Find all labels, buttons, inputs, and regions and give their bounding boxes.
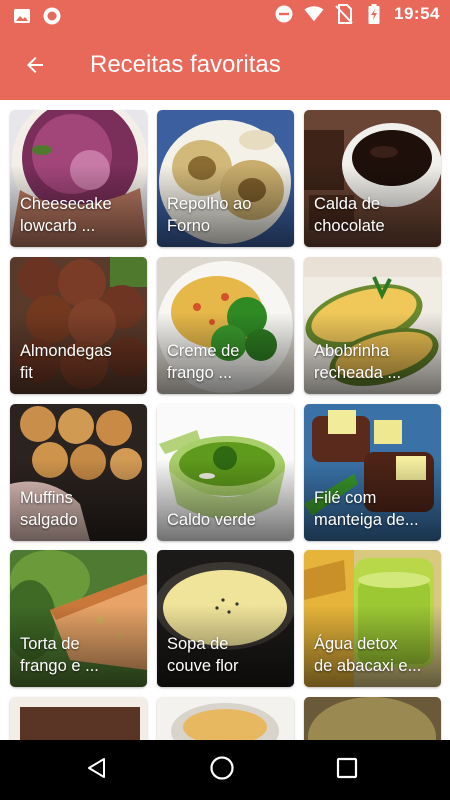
recipe-title: Torta de frango e ... [20, 635, 99, 675]
status-time: 19:54 [394, 4, 440, 23]
app-bar: Receitas favoritas [0, 32, 450, 100]
back-button[interactable] [18, 50, 52, 84]
back-triangle-icon [85, 756, 109, 785]
status-right: 19:54 [274, 4, 440, 24]
nav-home-button[interactable] [205, 753, 239, 787]
wifi-icon [304, 4, 324, 24]
recipe-title: Filé com manteiga de... [314, 489, 419, 529]
battery-charging-icon [364, 4, 384, 24]
recipe-card[interactable]: Creme de frango ... [157, 257, 294, 394]
record-icon [42, 6, 62, 26]
recipe-card[interactable]: Água detox de abacaxi e... [304, 550, 441, 687]
recipe-image [10, 697, 147, 740]
recipe-title: Repolho ao Forno [167, 195, 252, 235]
status-bar: 19:54 [0, 0, 450, 32]
arrow-back-icon [23, 53, 47, 82]
recipe-card[interactable] [157, 697, 294, 740]
image-icon [12, 6, 32, 26]
recipe-title: Sopa de couve flor [167, 635, 239, 675]
recipe-title: Calda de chocolate [314, 195, 385, 235]
recipe-card[interactable]: Sopa de couve flor [157, 550, 294, 687]
do-not-disturb-icon [274, 4, 294, 24]
recipe-image [304, 697, 441, 740]
recipe-card[interactable]: Caldo verde [157, 404, 294, 541]
recipe-card[interactable] [304, 697, 441, 740]
status-left [12, 6, 62, 26]
recipe-card[interactable]: Muffins salgado [10, 404, 147, 541]
nav-recents-button[interactable] [330, 753, 364, 787]
recipe-title: Muffins salgado [20, 489, 78, 529]
recipe-card[interactable]: Cheesecake lowcarb ... [10, 110, 147, 247]
page-title: Receitas favoritas [90, 51, 281, 78]
nav-back-button[interactable] [80, 753, 114, 787]
recents-square-icon [336, 757, 358, 784]
recipe-title: Cheesecake lowcarb ... [20, 195, 112, 235]
recipe-card[interactable]: Almondegas fit [10, 257, 147, 394]
home-circle-icon [209, 755, 235, 786]
recipe-card[interactable]: Repolho ao Forno [157, 110, 294, 247]
recipe-card[interactable]: Filé com manteiga de... [304, 404, 441, 541]
recipe-title: Abobrinha recheada ... [314, 342, 402, 382]
no-sim-icon [334, 4, 354, 24]
recipe-title: Creme de frango ... [167, 342, 240, 382]
recipe-image [157, 697, 294, 740]
recipe-card[interactable]: Abobrinha recheada ... [304, 257, 441, 394]
recipe-grid: Cheesecakelowcarb ... Repolho aoForno [0, 100, 450, 740]
recipe-card[interactable]: Torta de frango e ... [10, 550, 147, 687]
navigation-bar [0, 740, 450, 800]
recipe-title: Almondegas fit [20, 342, 112, 382]
recipe-title: Água detox de abacaxi e... [314, 635, 422, 675]
recipe-card[interactable] [10, 697, 147, 740]
recipe-title: Caldo verde [167, 511, 256, 529]
recipe-card[interactable]: Calda de chocolate [304, 110, 441, 247]
